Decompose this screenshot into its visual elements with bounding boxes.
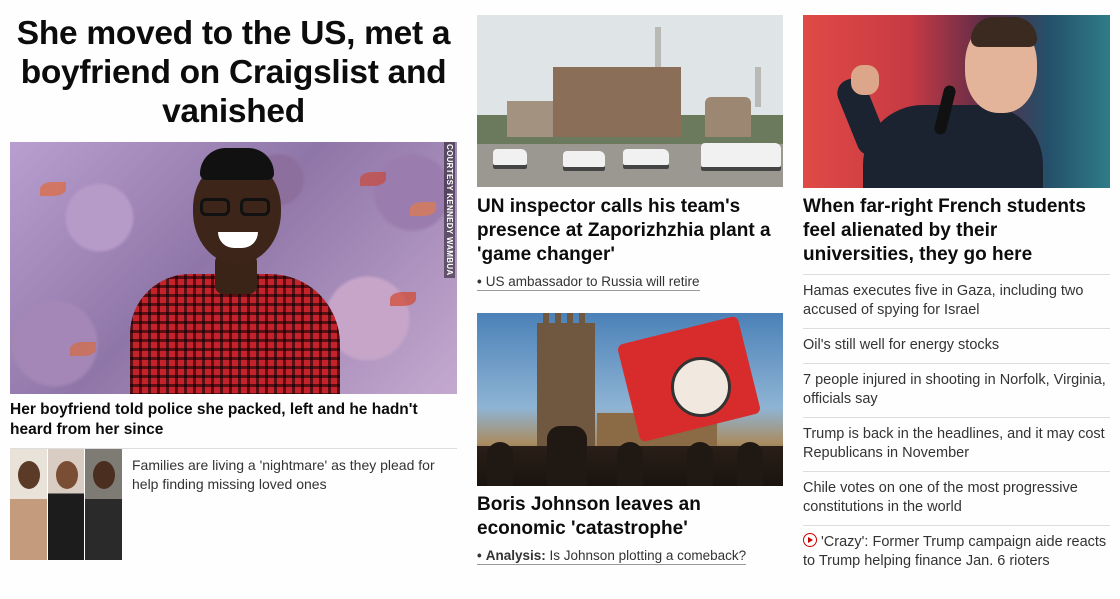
lead-caption-link[interactable]: Her boyfriend told police she packed, le… bbox=[10, 400, 457, 440]
us-ambassador-link-text: US ambassador to Russia will retire bbox=[485, 274, 700, 289]
list-item[interactable]: Chile votes on one of the most progressi… bbox=[803, 471, 1110, 525]
list-item[interactable]: Hamas executes five in Gaza, including t… bbox=[803, 274, 1110, 328]
photo-credit: COURTESY KENNEDY WAMBUA bbox=[444, 142, 455, 278]
un-inspector-headline[interactable]: UN inspector calls his team's presence a… bbox=[477, 195, 783, 267]
boris-johnson-image[interactable] bbox=[477, 313, 783, 486]
list-item[interactable]: Oil's still well for energy stocks bbox=[803, 328, 1110, 363]
lead-story-image[interactable]: COURTESY KENNEDY WAMBUA bbox=[10, 142, 457, 394]
headline-list: Hamas executes five in Gaza, including t… bbox=[803, 274, 1110, 579]
list-item[interactable]: Trump is back in the headlines, and it m… bbox=[803, 417, 1110, 471]
us-ambassador-link[interactable]: • US ambassador to Russia will retire bbox=[477, 273, 700, 291]
french-students-image[interactable] bbox=[803, 15, 1110, 188]
boris-johnson-headline[interactable]: Boris Johnson leaves an economic 'catast… bbox=[477, 493, 783, 541]
list-item[interactable]: 7 people injured in shooting in Norfolk,… bbox=[803, 363, 1110, 417]
analysis-link[interactable]: • Analysis: Is Johnson plotting a comebac… bbox=[477, 547, 747, 565]
bullet: • bbox=[477, 548, 482, 563]
zaporizhzhia-plant-image[interactable] bbox=[477, 15, 783, 187]
related-story-thumbnail[interactable] bbox=[10, 449, 122, 560]
bullet: • bbox=[477, 274, 482, 289]
related-story-link[interactable]: Families are living a 'nightmare' as the… bbox=[132, 456, 452, 494]
lead-story-column: She moved to the US, met a boyfriend on … bbox=[10, 0, 457, 560]
lead-headline[interactable]: She moved to the US, met a boyfriend on … bbox=[10, 14, 457, 131]
list-item-video[interactable]: 'Crazy': Former Trump campaign aide reac… bbox=[803, 525, 1110, 579]
list-item-video-text: 'Crazy': Former Trump campaign aide reac… bbox=[803, 534, 1107, 569]
french-students-headline[interactable]: When far-right French students feel alie… bbox=[803, 195, 1110, 267]
play-circle-icon bbox=[803, 533, 817, 547]
analysis-label: Analysis: bbox=[485, 548, 546, 563]
analysis-link-text: Is Johnson plotting a comeback? bbox=[549, 548, 747, 563]
